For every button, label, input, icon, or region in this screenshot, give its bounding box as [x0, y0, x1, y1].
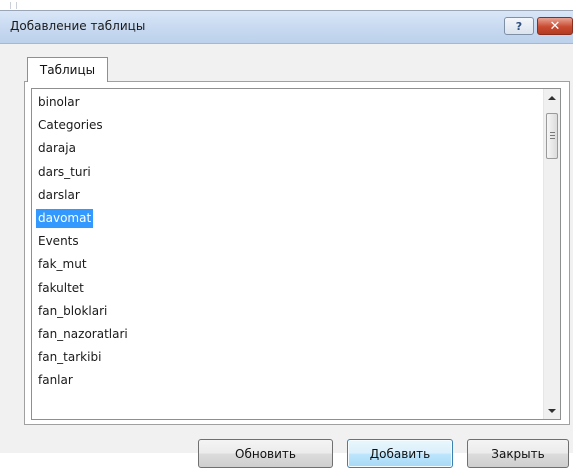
table-list-item[interactable]: darslar: [33, 184, 543, 207]
table-list-item-label: fan_bloklari: [38, 303, 108, 318]
table-list-item[interactable]: fak_mut: [33, 253, 543, 276]
close-button[interactable]: Закрыть: [467, 439, 569, 468]
dialog-title: Добавление таблицы: [10, 19, 146, 33]
arrow-up-icon: [548, 95, 556, 100]
close-icon: ✕: [549, 18, 561, 34]
grip-line: [550, 132, 555, 133]
table-list-item[interactable]: dars_turi: [33, 161, 543, 184]
arrow-down-icon: [548, 408, 556, 413]
scrollbar-thumb[interactable]: [546, 113, 558, 159]
table-list-item-label: Events: [38, 234, 79, 249]
table-list-item[interactable]: fanlar: [33, 369, 543, 392]
table-list-item[interactable]: fan_tarkibi: [33, 346, 543, 369]
table-list-item[interactable]: fan_nazoratlari: [33, 323, 543, 346]
add-table-dialog: Добавление таблицы ? ✕ Таблицы binolar Ca…: [0, 10, 573, 468]
table-list-item-label: Categories: [38, 118, 103, 133]
help-button[interactable]: ?: [504, 17, 534, 35]
refresh-button-label: Обновить: [235, 446, 296, 461]
table-list-item-label: binolar: [38, 95, 80, 109]
background-mark: [10, 2, 11, 9]
table-listbox[interactable]: binolar Categories daraja dars_turidarslar d…: [31, 88, 561, 420]
scroll-down-button[interactable]: [544, 402, 560, 419]
table-list-item-label: dars_turi: [38, 164, 91, 179]
tab-panel: binolar Categories daraja dars_turidarslar d…: [24, 81, 570, 425]
table-list-item-label: fanlar: [38, 373, 73, 388]
add-button[interactable]: Добавить: [347, 439, 453, 468]
background-strip: [0, 0, 573, 10]
vertical-scrollbar[interactable]: [543, 89, 560, 419]
table-list-item[interactable]: fakultet: [33, 277, 543, 300]
grip-line: [550, 135, 555, 136]
table-list-item[interactable]: fan_bloklari: [33, 300, 543, 323]
table-list-item-label: darslar: [38, 187, 80, 202]
grip-line: [550, 138, 555, 139]
table-list-item[interactable]: binolar: [33, 91, 543, 114]
table-list-item-label: davomat: [36, 208, 94, 228]
table-list-item[interactable]: daraja: [33, 137, 543, 160]
table-list-items: binolar Categories daraja dars_turidarslar d…: [33, 91, 543, 392]
background-mark: [16, 2, 17, 9]
table-list-item[interactable]: Categories: [33, 114, 543, 137]
table-list-item-label: fan_nazoratlari: [38, 326, 128, 341]
tab-tables-label: Таблицы: [39, 63, 96, 77]
table-list-item-label: fak_mut: [38, 257, 87, 272]
table-list-item[interactable]: Events: [33, 230, 543, 253]
table-list-item-label: fakultet: [38, 280, 84, 295]
table-list-item-label: fan_tarkibi: [38, 350, 102, 365]
title-bar[interactable]: Добавление таблицы ? ✕: [0, 11, 573, 44]
add-button-label: Добавить: [369, 446, 431, 461]
table-list-item[interactable]: davomat: [33, 207, 543, 230]
close-button-label: Закрыть: [491, 446, 545, 461]
refresh-button[interactable]: Обновить: [198, 439, 333, 468]
close-window-button[interactable]: ✕: [537, 17, 573, 35]
tab-tables[interactable]: Таблицы: [27, 57, 108, 82]
dialog-content: Таблицы binolar Categories daraja dars_turi…: [0, 44, 573, 468]
table-list-item-label: daraja: [38, 141, 76, 156]
help-icon: ?: [515, 19, 523, 33]
scroll-up-button[interactable]: [544, 89, 560, 106]
